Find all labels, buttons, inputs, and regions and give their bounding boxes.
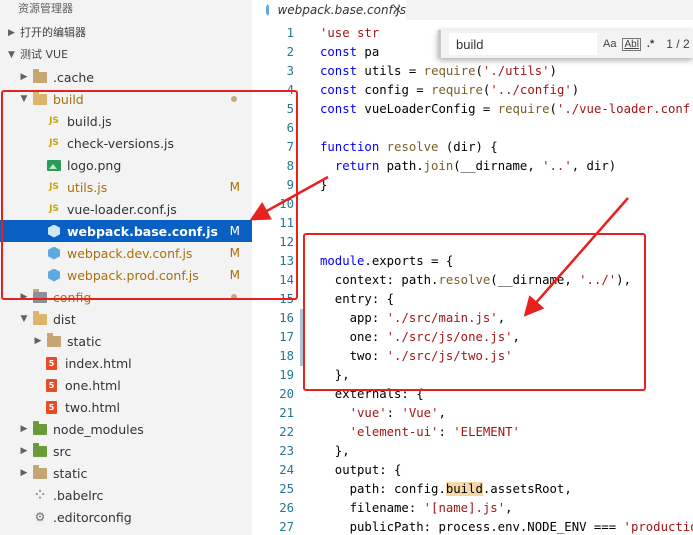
annotation-arrow-left xyxy=(249,175,329,221)
annotation-arrow-down xyxy=(523,197,629,317)
annotation-arrows xyxy=(249,175,629,317)
